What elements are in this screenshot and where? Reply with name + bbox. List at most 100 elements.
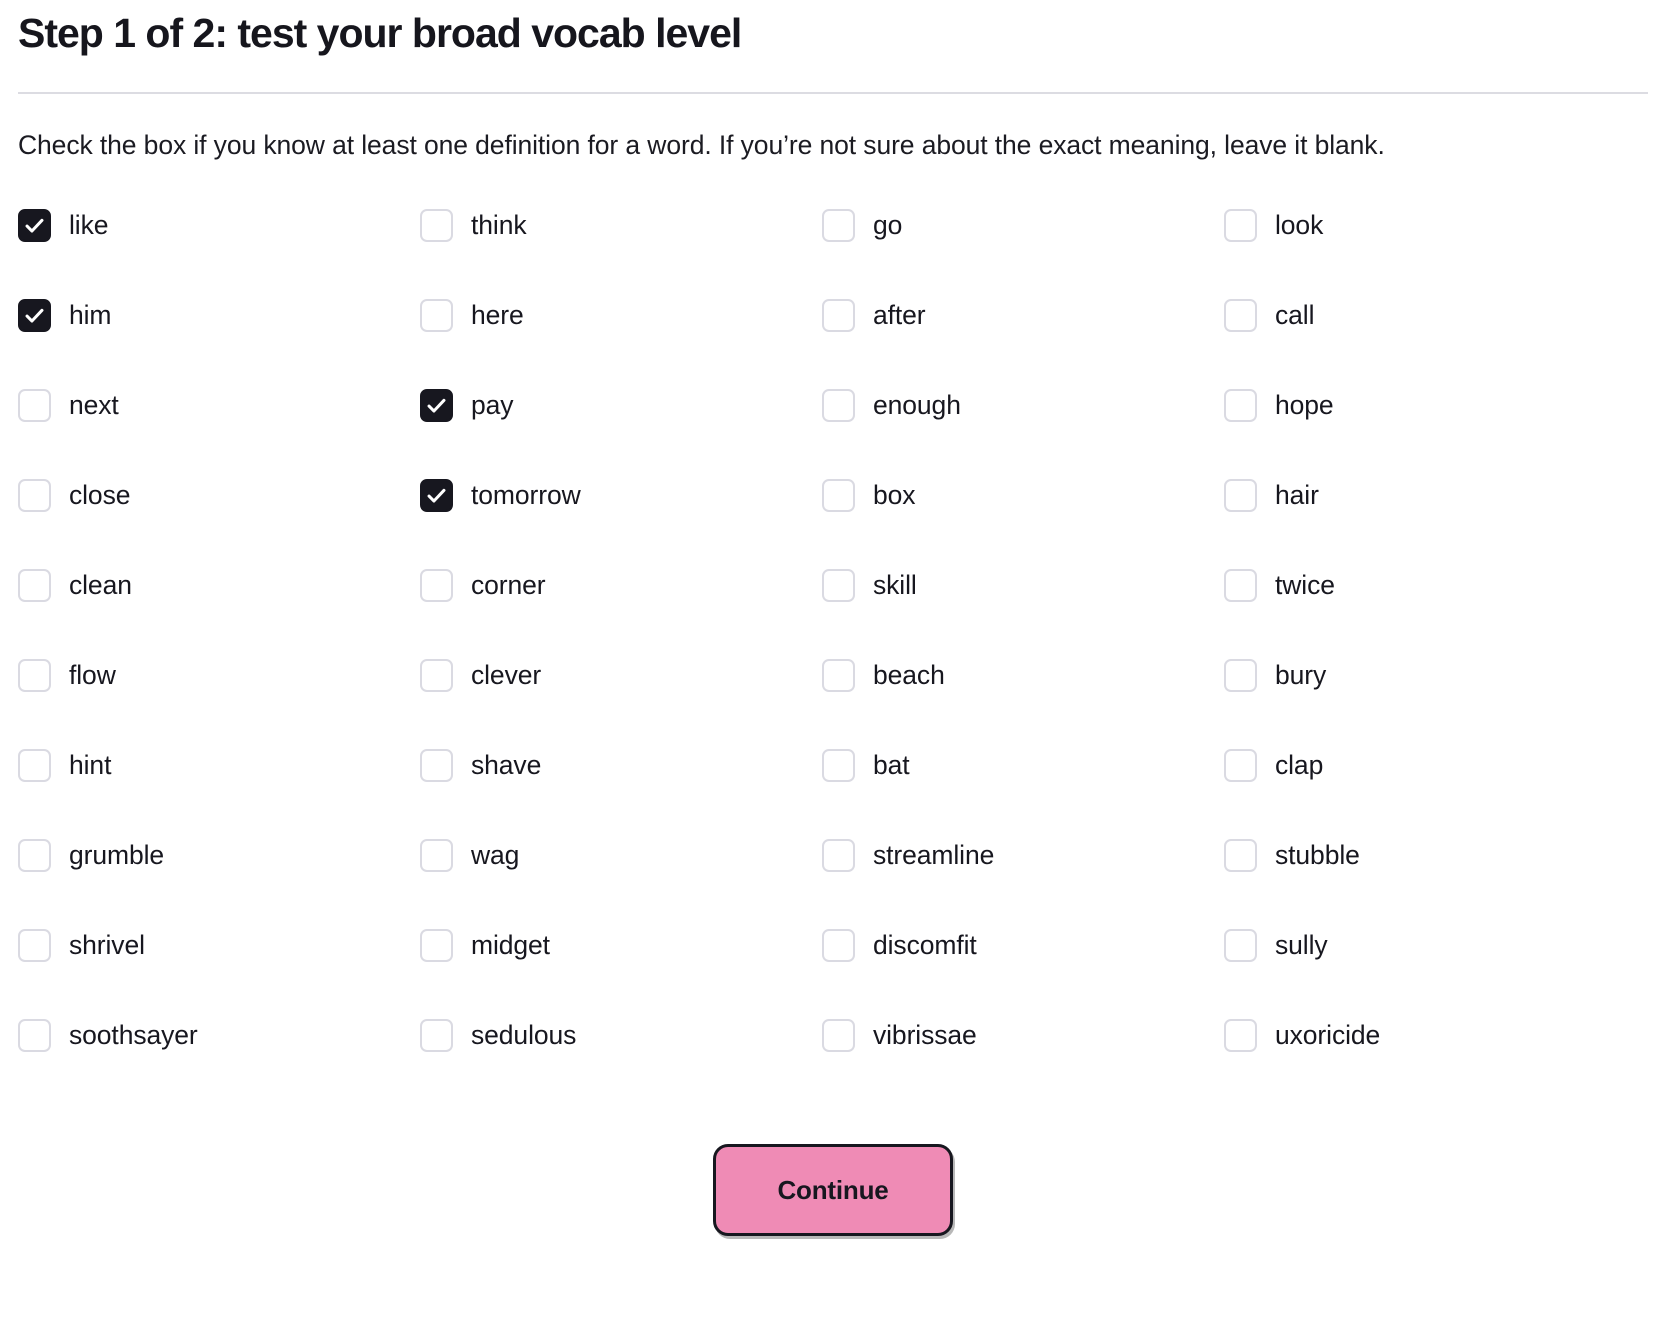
footer-actions: Continue: [0, 1144, 1666, 1236]
checkbox-unchecked-icon[interactable]: [18, 928, 51, 962]
word-label: soothsayer: [69, 1019, 198, 1050]
word-checkbox-item-after[interactable]: after: [822, 287, 1224, 343]
word-checkbox-item-midget[interactable]: midget: [420, 917, 822, 973]
word-label: box: [873, 479, 916, 510]
word-checkbox-item-close[interactable]: close: [18, 467, 420, 523]
word-checkbox-item-box[interactable]: box: [822, 467, 1224, 523]
word-label: think: [471, 209, 527, 240]
word-checkbox-item-pay[interactable]: pay: [420, 377, 822, 433]
word-label: shrivel: [69, 929, 145, 960]
checkbox-unchecked-icon[interactable]: [822, 748, 855, 782]
word-label: go: [873, 209, 903, 240]
word-checkbox-item-uxoricide[interactable]: uxoricide: [1224, 1007, 1626, 1063]
word-checkbox-item-shave[interactable]: shave: [420, 737, 822, 793]
word-checkbox-item-enough[interactable]: enough: [822, 377, 1224, 433]
word-label: sully: [1275, 929, 1328, 960]
word-checkbox-item-grumble[interactable]: grumble: [18, 827, 420, 883]
checkbox-unchecked-icon[interactable]: [18, 748, 51, 782]
word-checkbox-item-tomorrow[interactable]: tomorrow: [420, 467, 822, 523]
checkbox-unchecked-icon[interactable]: [1224, 298, 1257, 332]
word-label: clap: [1275, 749, 1324, 780]
checkbox-unchecked-icon[interactable]: [18, 838, 51, 872]
checkbox-unchecked-icon[interactable]: [822, 208, 855, 242]
checkbox-unchecked-icon[interactable]: [420, 928, 453, 962]
word-label: him: [69, 299, 112, 330]
checkbox-unchecked-icon[interactable]: [420, 1018, 453, 1052]
word-label: shave: [471, 749, 542, 780]
word-checkbox-item-hair[interactable]: hair: [1224, 467, 1626, 523]
word-checkbox-item-call[interactable]: call: [1224, 287, 1626, 343]
checkbox-unchecked-icon[interactable]: [420, 748, 453, 782]
checkbox-unchecked-icon[interactable]: [822, 838, 855, 872]
checkbox-unchecked-icon[interactable]: [1224, 1018, 1257, 1052]
word-checkbox-item-here[interactable]: here: [420, 287, 822, 343]
word-checkbox-item-clap[interactable]: clap: [1224, 737, 1626, 793]
checkbox-unchecked-icon[interactable]: [420, 568, 453, 602]
checkbox-unchecked-icon[interactable]: [420, 298, 453, 332]
checkbox-unchecked-icon[interactable]: [1224, 388, 1257, 422]
checkbox-unchecked-icon[interactable]: [420, 658, 453, 692]
checkbox-checked-icon[interactable]: [18, 298, 51, 332]
word-checkbox-item-think[interactable]: think: [420, 197, 822, 253]
checkbox-unchecked-icon[interactable]: [822, 388, 855, 422]
checkbox-unchecked-icon[interactable]: [18, 658, 51, 692]
checkbox-unchecked-icon[interactable]: [1224, 658, 1257, 692]
word-label: hint: [69, 749, 112, 780]
word-checkbox-item-like[interactable]: like: [18, 197, 420, 253]
word-checkbox-item-next[interactable]: next: [18, 377, 420, 433]
checkbox-unchecked-icon[interactable]: [822, 298, 855, 332]
word-label: discomfit: [873, 929, 977, 960]
word-checkbox-item-bury[interactable]: bury: [1224, 647, 1626, 703]
checkbox-unchecked-icon[interactable]: [822, 478, 855, 512]
checkbox-unchecked-icon[interactable]: [18, 478, 51, 512]
word-checkbox-item-discomfit[interactable]: discomfit: [822, 917, 1224, 973]
word-checkbox-item-him[interactable]: him: [18, 287, 420, 343]
word-label: here: [471, 299, 524, 330]
checkbox-unchecked-icon[interactable]: [18, 568, 51, 602]
checkbox-unchecked-icon[interactable]: [1224, 928, 1257, 962]
word-checkbox-item-clean[interactable]: clean: [18, 557, 420, 613]
word-checkbox-item-corner[interactable]: corner: [420, 557, 822, 613]
checkbox-checked-icon[interactable]: [420, 388, 453, 422]
word-checkbox-item-skill[interactable]: skill: [822, 557, 1224, 613]
word-checkbox-item-streamline[interactable]: streamline: [822, 827, 1224, 883]
checkbox-unchecked-icon[interactable]: [1224, 478, 1257, 512]
word-checkbox-item-wag[interactable]: wag: [420, 827, 822, 883]
word-checkbox-item-flow[interactable]: flow: [18, 647, 420, 703]
word-checkbox-item-sedulous[interactable]: sedulous: [420, 1007, 822, 1063]
word-checkbox-item-look[interactable]: look: [1224, 197, 1626, 253]
word-checkbox-item-twice[interactable]: twice: [1224, 557, 1626, 613]
word-checkbox-item-vibrissae[interactable]: vibrissae: [822, 1007, 1224, 1063]
word-label: sedulous: [471, 1019, 577, 1050]
word-checkbox-item-soothsayer[interactable]: soothsayer: [18, 1007, 420, 1063]
word-checkbox-item-hint[interactable]: hint: [18, 737, 420, 793]
word-label: corner: [471, 569, 546, 600]
checkbox-unchecked-icon[interactable]: [420, 838, 453, 872]
word-checkbox-item-hope[interactable]: hope: [1224, 377, 1626, 433]
checkbox-unchecked-icon[interactable]: [18, 388, 51, 422]
checkbox-unchecked-icon[interactable]: [1224, 568, 1257, 602]
continue-button[interactable]: Continue: [713, 1144, 953, 1236]
checkbox-unchecked-icon[interactable]: [1224, 838, 1257, 872]
word-label: enough: [873, 389, 961, 420]
checkbox-unchecked-icon[interactable]: [822, 658, 855, 692]
checkbox-checked-icon[interactable]: [18, 208, 51, 242]
word-checkbox-item-clever[interactable]: clever: [420, 647, 822, 703]
word-label: hope: [1275, 389, 1334, 420]
word-label: call: [1275, 299, 1315, 330]
checkbox-unchecked-icon[interactable]: [1224, 748, 1257, 782]
checkbox-checked-icon[interactable]: [420, 478, 453, 512]
word-label: grumble: [69, 839, 165, 870]
word-checkbox-item-shrivel[interactable]: shrivel: [18, 917, 420, 973]
word-checkbox-item-stubble[interactable]: stubble: [1224, 827, 1626, 883]
checkbox-unchecked-icon[interactable]: [420, 208, 453, 242]
word-checkbox-item-sully[interactable]: sully: [1224, 917, 1626, 973]
word-checkbox-item-bat[interactable]: bat: [822, 737, 1224, 793]
checkbox-unchecked-icon[interactable]: [822, 1018, 855, 1052]
checkbox-unchecked-icon[interactable]: [822, 928, 855, 962]
checkbox-unchecked-icon[interactable]: [18, 1018, 51, 1052]
word-checkbox-item-beach[interactable]: beach: [822, 647, 1224, 703]
checkbox-unchecked-icon[interactable]: [1224, 208, 1257, 242]
checkbox-unchecked-icon[interactable]: [822, 568, 855, 602]
word-checkbox-item-go[interactable]: go: [822, 197, 1224, 253]
